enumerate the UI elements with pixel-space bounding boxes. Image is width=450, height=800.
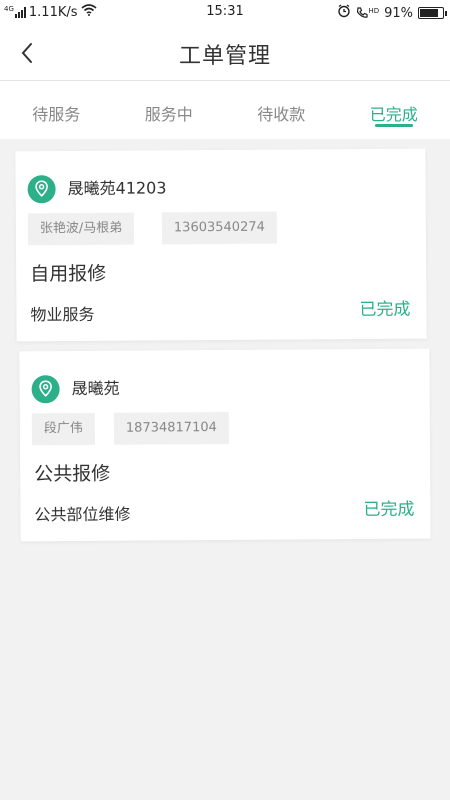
order-list: 晟曦苑41203 张艳波/马根弟 13603540274 自用报修 物业服务 已… (0, 138, 450, 800)
tab-completed[interactable]: 已完成 (338, 81, 450, 139)
battery-icon (418, 7, 447, 19)
tab-pending-service[interactable]: 待服务 (0, 81, 113, 139)
order-card[interactable]: 晟曦苑41203 张艳波/马根弟 13603540274 自用报修 物业服务 已… (15, 148, 427, 342)
hd-label: HD (368, 7, 380, 15)
tab-in-service[interactable]: 服务中 (113, 81, 226, 139)
repair-type: 公共报修 (34, 462, 111, 486)
tab-pending-payment[interactable]: 待收款 (225, 81, 338, 139)
service-category: 公共部位维修 (34, 504, 131, 525)
tab-label: 已完成 (369, 105, 418, 124)
tab-bar: 待服务 服务中 待收款 已完成 (0, 80, 450, 139)
status-right: HD 91% (337, 4, 447, 22)
community-name: 晟曦苑 (71, 378, 120, 399)
contact-name-chip: 张艳波/马根弟 (27, 212, 135, 246)
battery-percent: 91% (384, 5, 413, 21)
nav-bar: 工单管理 (0, 26, 450, 80)
alarm-icon (337, 4, 351, 22)
tab-label: 待服务 (32, 105, 81, 124)
phone-chip[interactable]: 13603540274 (161, 211, 277, 245)
order-card[interactable]: 晟曦苑 段广伟 18734817104 公共报修 公共部位维修 已完成 (19, 348, 431, 542)
location-pin-icon (27, 175, 56, 204)
status-badge: 已完成 (363, 499, 415, 521)
phone-chip[interactable]: 18734817104 (113, 411, 229, 445)
hd-call-icon: HD (356, 7, 379, 19)
active-tab-indicator (374, 124, 413, 127)
community-name: 晟曦苑41203 (67, 178, 167, 199)
service-category: 物业服务 (30, 304, 95, 325)
status-bar: 4G 1.11K/s 15:31 HD 91% (0, 0, 450, 26)
tab-label: 待收款 (257, 105, 306, 124)
tab-label: 服务中 (144, 105, 193, 124)
page-title: 工单管理 (178, 44, 271, 69)
location-pin-icon (31, 375, 60, 404)
contact-name-chip: 段广伟 (31, 412, 96, 446)
status-badge: 已完成 (359, 299, 411, 321)
repair-type: 自用报修 (30, 262, 107, 286)
